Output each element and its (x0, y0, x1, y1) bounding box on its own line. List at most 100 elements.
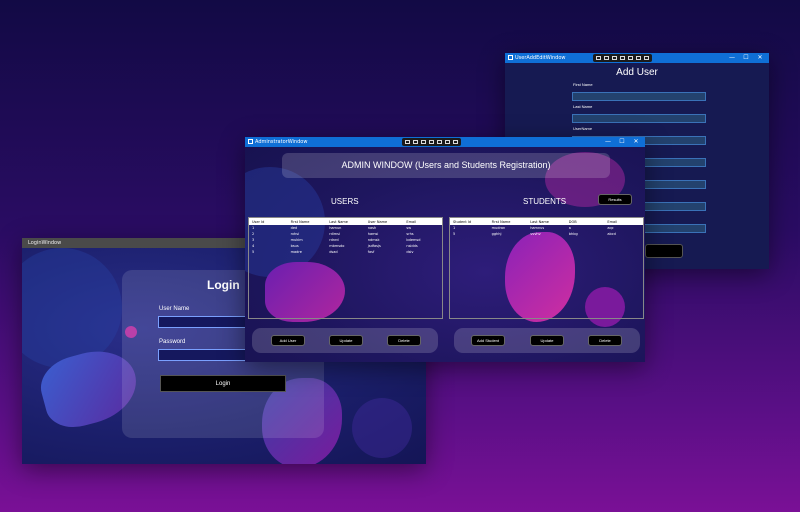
snap-icon[interactable] (437, 140, 442, 144)
users-grid-header: User Id First Name Last Name User Name Email (249, 218, 442, 225)
table-cell: fasf (367, 250, 375, 254)
first-name-input[interactable] (572, 92, 706, 101)
table-cell: 5 (453, 232, 456, 236)
layout-icon[interactable] (612, 56, 617, 60)
minimize-icon[interactable]: — (725, 53, 739, 63)
password-label: Password (159, 339, 186, 345)
hot-reload-icon[interactable] (453, 140, 458, 144)
accessibility-icon[interactable] (636, 56, 641, 60)
table-cell: mbmsdo (329, 244, 345, 248)
users-grid[interactable]: User Id First Name Last Name User Name Email… (248, 217, 443, 319)
users-column-header[interactable]: Email (403, 220, 442, 224)
delete-student-button[interactable]: Delete (588, 335, 622, 346)
save-button[interactable] (645, 244, 683, 258)
debug-toolbar[interactable] (402, 138, 461, 146)
users-column-header[interactable]: First Name (288, 220, 327, 224)
table-row[interactable]: 5 gghhj vvvhv bhbg abcd (450, 231, 643, 237)
table-cell: rxhsi (290, 232, 300, 236)
update-user-button[interactable]: Update (329, 335, 363, 346)
students-grid[interactable]: Student Id First Name Last Name DOB Email 1 m… (449, 217, 644, 319)
first-name-label: First Name (573, 82, 593, 87)
table-cell: hamsi (367, 232, 379, 236)
users-column-header[interactable]: User Id (249, 220, 288, 224)
decor-blob (22, 248, 122, 368)
login-heading: Login (207, 278, 240, 292)
users-column-header[interactable]: Last Name (326, 220, 365, 224)
students-column-header[interactable]: Email (604, 220, 643, 224)
window-controls: — ☐ ✕ (601, 137, 643, 147)
update-student-button[interactable]: Update (530, 335, 564, 346)
select-icon[interactable] (405, 140, 410, 144)
layout-icon[interactable] (421, 140, 426, 144)
add-user-button[interactable]: Add User (271, 335, 305, 346)
add-user-titlebar[interactable]: UserAddEditWindow — ☐ ✕ (505, 53, 769, 63)
admin-window: AdminstratorWindow — ☐ ✕ ADMIN WINDOW (U… (245, 137, 645, 362)
username-label: UserName (573, 126, 593, 131)
add-user-heading: Add User (616, 67, 658, 78)
table-cell: bhbg (568, 232, 578, 236)
table-cell: aqc (607, 226, 614, 230)
window-icon (248, 139, 253, 144)
add-student-button[interactable]: Add Student (471, 335, 505, 346)
table-cell: gghhj (491, 232, 502, 236)
table-cell: dsiv (406, 250, 414, 254)
table-cell: rdnrd (329, 238, 339, 242)
students-title: STUDENTS (523, 197, 567, 206)
table-cell: nsidds (406, 244, 418, 248)
admin-window-title: AdminstratorWindow (255, 139, 308, 145)
students-grid-header: Student Id First Name Last Name DOB Email (450, 218, 643, 225)
students-column-header[interactable]: First Name (489, 220, 528, 224)
login-window-title: LoginWindow (28, 240, 62, 246)
maximize-icon[interactable]: ☐ (739, 53, 753, 63)
table-cell: hamnus (530, 226, 545, 230)
table-cell: ndmsk (367, 238, 380, 242)
minimize-icon[interactable]: — (601, 137, 615, 147)
students-grid-body: 1 mudran hamnus a aqc 5 gghhj vvvhv bhbg abcd (450, 225, 643, 237)
table-cell: mudran (491, 226, 506, 230)
table-cell: 3 (252, 238, 255, 242)
hot-reload-icon[interactable] (644, 56, 649, 60)
snap-icon[interactable] (628, 56, 633, 60)
decor-blob (352, 398, 412, 458)
accessibility-icon[interactable] (445, 140, 450, 144)
add-user-window-title: UserAddEditWindow (515, 55, 566, 61)
close-icon[interactable]: ✕ (753, 53, 767, 63)
table-cell: mukim (290, 238, 303, 242)
table-cell: madre (290, 250, 302, 254)
table-cell: dsad (329, 250, 338, 254)
table-cell: 2 (252, 232, 255, 236)
display-icon[interactable] (413, 140, 418, 144)
debug-toolbar[interactable] (593, 54, 652, 62)
results-button[interactable]: Results (598, 194, 632, 205)
adorner-icon[interactable] (620, 56, 625, 60)
admin-header: ADMIN WINDOW (Users and Students Registr… (282, 153, 610, 178)
maximize-icon[interactable]: ☐ (615, 137, 629, 147)
users-grid-body: 1 ded hamun nash sw 2 rxhsi rdimsi hamsi srhs 3 muk… (249, 225, 442, 255)
adorner-icon[interactable] (429, 140, 434, 144)
display-icon[interactable] (604, 56, 609, 60)
table-cell: a (568, 226, 571, 230)
students-column-header[interactable]: Last Name (527, 220, 566, 224)
students-column-header[interactable]: DOB (566, 220, 605, 224)
table-cell: jsdfasjs (367, 244, 381, 248)
last-name-input[interactable] (572, 114, 706, 123)
table-cell: bsus (290, 244, 299, 248)
admin-titlebar[interactable]: AdminstratorWindow — ☐ ✕ (245, 137, 645, 147)
users-column-header[interactable]: User Name (365, 220, 404, 224)
students-column-header[interactable]: Student Id (450, 220, 489, 224)
users-title: USERS (331, 197, 359, 206)
last-name-label: Last Name (573, 104, 593, 109)
login-button[interactable]: Login (160, 375, 286, 392)
window-icon (508, 55, 513, 60)
table-cell: srhs (406, 232, 414, 236)
delete-user-button[interactable]: Delete (387, 335, 421, 346)
window-controls: — ☐ ✕ (725, 53, 767, 63)
table-cell: rdimsi (329, 232, 340, 236)
table-cell: bdemsd (406, 238, 421, 242)
table-cell: abcd (607, 232, 616, 236)
table-row[interactable]: 5 madre dsad fasf dsiv (249, 249, 442, 255)
table-cell: sw (406, 226, 412, 230)
close-icon[interactable]: ✕ (629, 137, 643, 147)
table-cell: 4 (252, 244, 255, 248)
select-icon[interactable] (596, 56, 601, 60)
